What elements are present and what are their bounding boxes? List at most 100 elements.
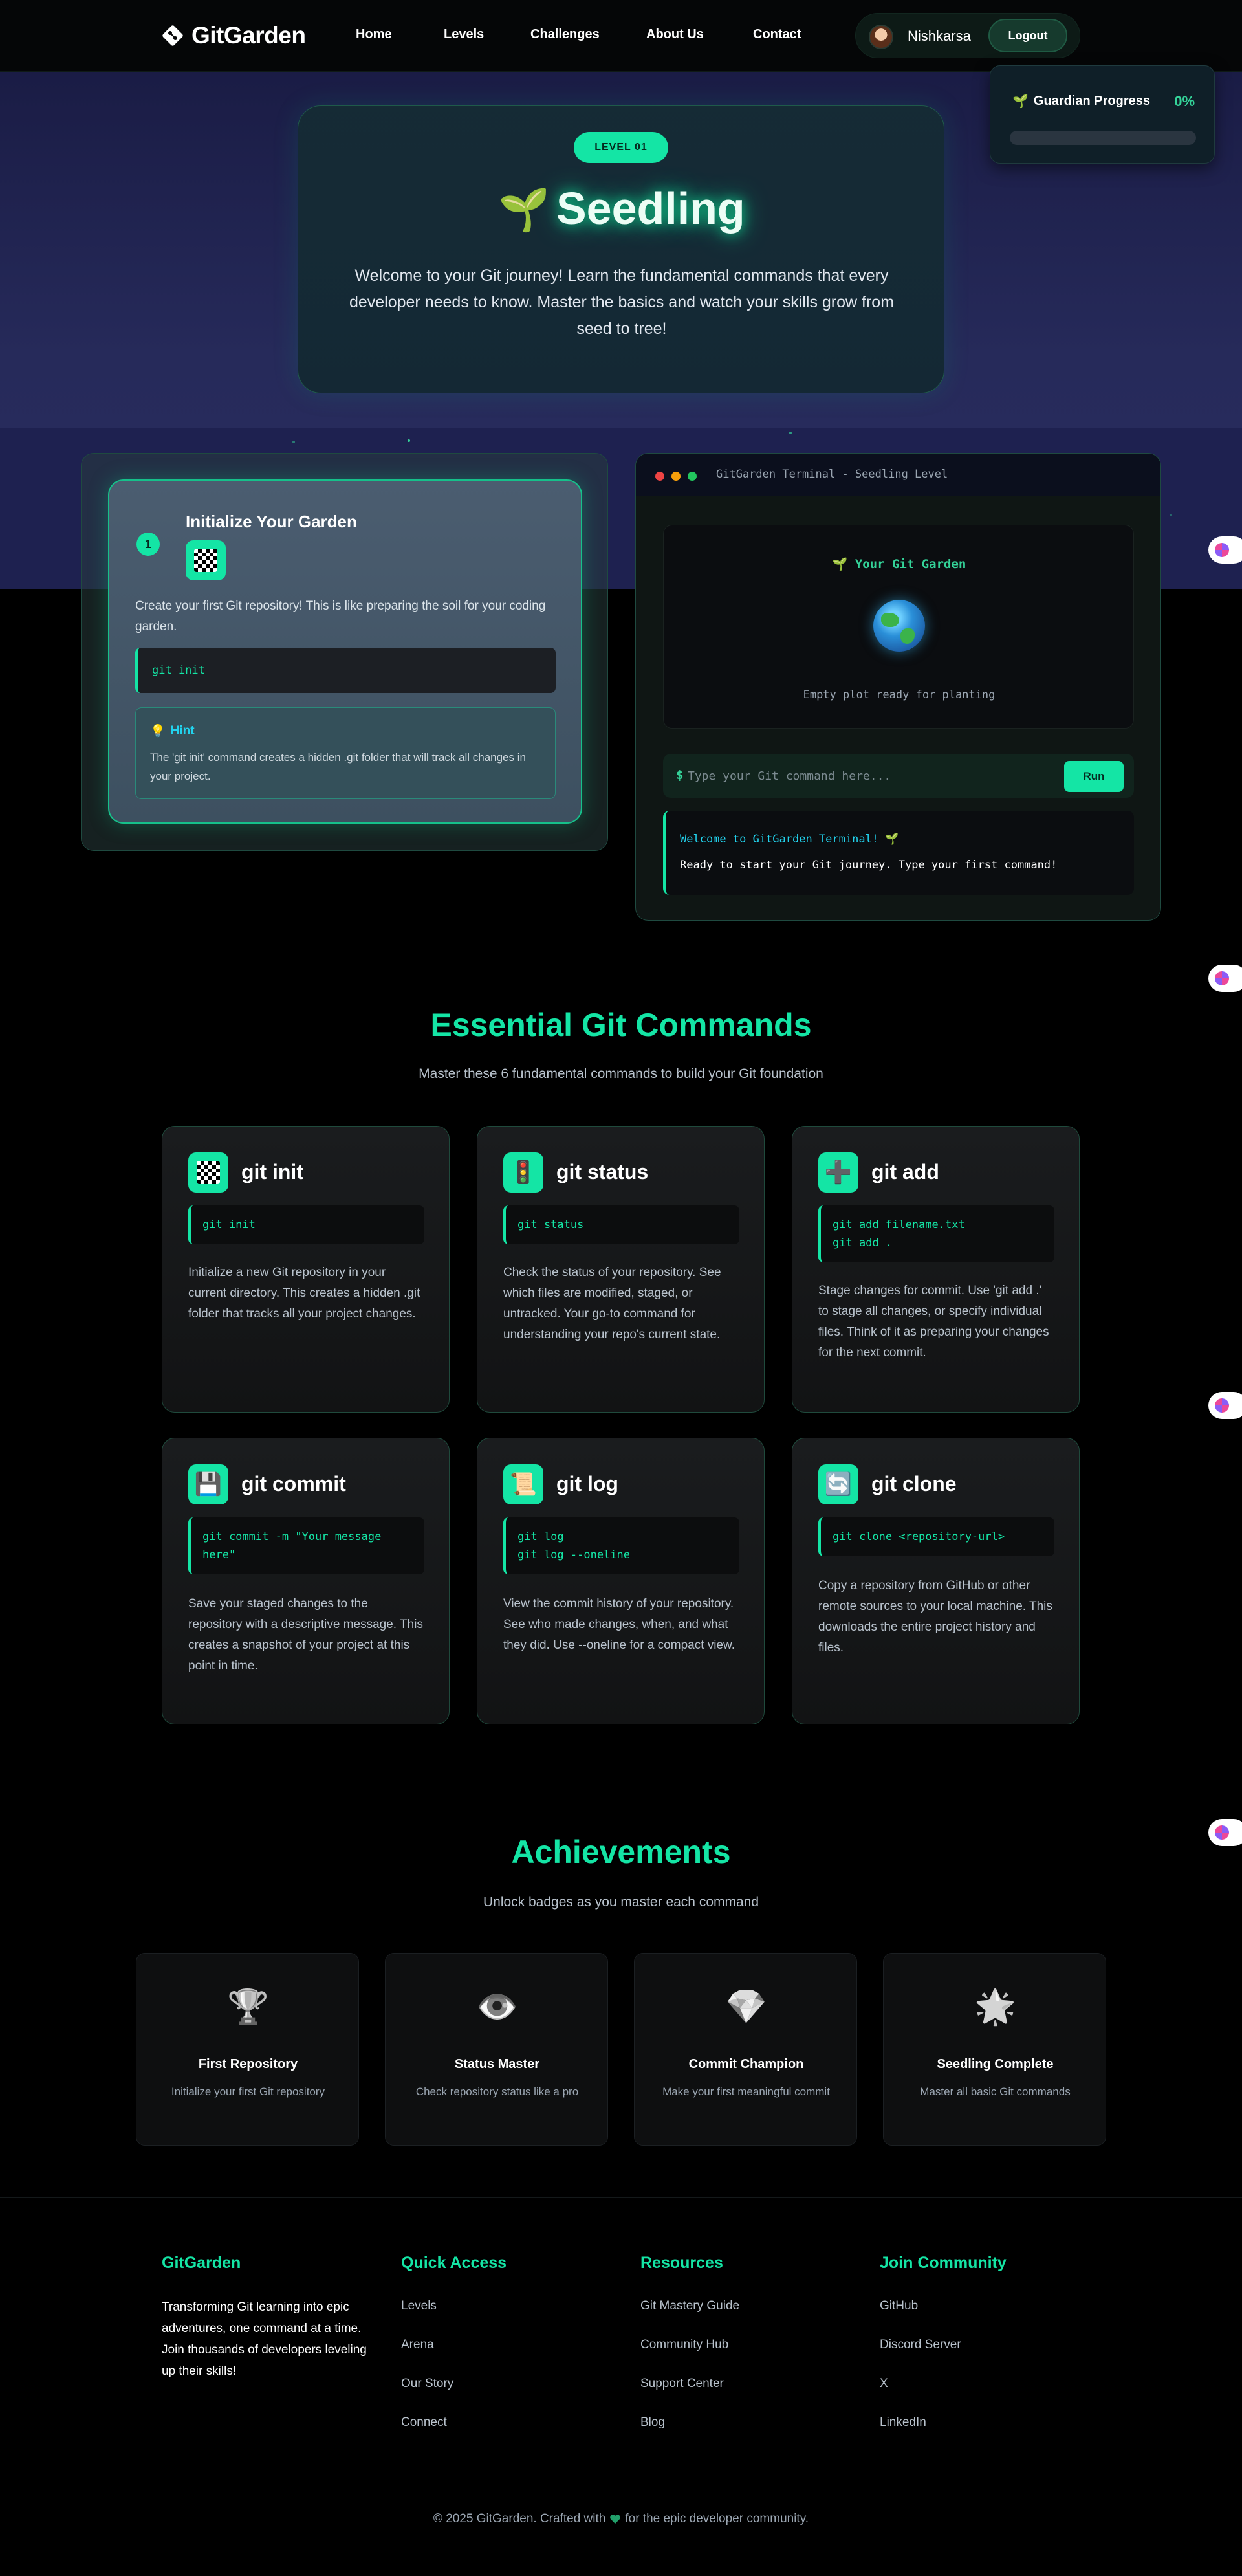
trophy-icon: 🏆 xyxy=(227,1988,269,2026)
page-title: 🌱 Seedling xyxy=(298,182,945,234)
command-input[interactable] xyxy=(688,763,1050,789)
nav-link-levels[interactable]: Levels xyxy=(444,27,484,42)
guardian-percent: 0% xyxy=(1174,93,1195,109)
run-button[interactable]: Run xyxy=(1064,761,1124,792)
avatar[interactable] xyxy=(869,25,893,49)
hint-box: 💡 Hint The 'git init' command creates a … xyxy=(135,707,556,799)
brand-logo[interactable]: GitGarden xyxy=(162,22,306,49)
level-description: Welcome to your Git journey! Learn the f… xyxy=(349,267,895,338)
footer-link-git-mastery-guide[interactable]: Git Mastery Guide xyxy=(640,2299,739,2313)
achievement-title: Status Master xyxy=(454,2057,540,2071)
terminal-title: GitGarden Terminal - Seedling Level xyxy=(716,468,948,481)
command-name: git clone xyxy=(871,1472,957,1495)
footer-link-levels[interactable]: Levels xyxy=(401,2299,437,2313)
step-number: 1 xyxy=(136,533,160,556)
task-card[interactable]: 1 Initialize Your Garden Create your fir… xyxy=(108,479,582,824)
command-code: git clone <repository-url> xyxy=(818,1517,1054,1556)
command-name: git commit xyxy=(241,1472,346,1495)
heart-icon xyxy=(610,2515,621,2524)
floppy-disk-icon: 💾 xyxy=(188,1464,228,1504)
achievement-card[interactable]: 💎 Commit Champion Make your first meanin… xyxy=(634,1953,857,2146)
assistant-icon xyxy=(1215,1398,1229,1413)
minimize-dot-icon xyxy=(671,472,681,481)
command-code: git commit -m "Your message here" xyxy=(188,1517,424,1574)
brand-name: GitGarden xyxy=(191,22,306,49)
logout-button[interactable]: Logout xyxy=(988,19,1067,52)
task-title: Initialize Your Garden xyxy=(186,512,357,531)
footer: GitGarden Transforming Git learning into… xyxy=(0,2197,1242,2576)
task-code: git init xyxy=(135,648,556,693)
achievements-subtitle: Unlock badges as you master each command xyxy=(483,1895,759,1910)
copyright: © 2025 GitGarden. Crafted with for the ep… xyxy=(0,2512,1242,2526)
footer-link-discord[interactable]: Discord Server xyxy=(880,2338,961,2352)
command-card-git-log[interactable]: 📜 git log git log git log --oneline View… xyxy=(477,1438,765,1724)
command-name: git status xyxy=(556,1160,649,1183)
scroll-icon: 📜 xyxy=(503,1464,543,1504)
nav-link-contact[interactable]: Contact xyxy=(753,27,801,42)
terminal-output: Welcome to GitGarden Terminal! 🌱 Ready t… xyxy=(663,811,1134,895)
guardian-title-label: Guardian Progress xyxy=(1033,94,1150,108)
floating-assistant-button[interactable] xyxy=(1208,965,1242,992)
achievement-description: Make your first meaningful commit xyxy=(662,2086,830,2098)
level-intro-card: LEVEL 01 🌱 Seedling Welcome to your Git j… xyxy=(298,105,944,393)
command-description: Copy a repository from GitHub or other r… xyxy=(818,1579,1052,1655)
footer-link-blog[interactable]: Blog xyxy=(640,2416,665,2430)
nav-link-home[interactable]: Home xyxy=(356,27,392,42)
eye-icon: 👁️ xyxy=(476,1988,518,2026)
command-card-git-clone[interactable]: 🔄 git clone git clone <repository-url> C… xyxy=(792,1438,1080,1724)
achievements-title: Achievements xyxy=(511,1834,731,1870)
command-card-git-status[interactable]: 🚦 git status git status Check the status… xyxy=(477,1126,765,1413)
floating-assistant-button[interactable] xyxy=(1208,1392,1242,1419)
achievement-card[interactable]: 👁️ Status Master Check repository status… xyxy=(385,1953,608,2146)
command-code: git log git log --oneline xyxy=(503,1517,739,1574)
achievement-card[interactable]: 🌟 Seedling Complete Master all basic Git… xyxy=(883,1953,1106,2146)
garden-title: 🌱 Your Git Garden xyxy=(832,557,966,571)
globe-icon xyxy=(873,600,925,652)
close-dot-icon xyxy=(655,472,664,481)
achievement-card[interactable]: 🏆 First Repository Initialize your first… xyxy=(136,1953,359,2146)
nav-link-challenges[interactable]: Challenges xyxy=(530,27,600,42)
footer-link-linkedin[interactable]: LinkedIn xyxy=(880,2416,926,2430)
command-name: git init xyxy=(241,1160,303,1183)
footer-link-arena[interactable]: Arena xyxy=(401,2338,434,2352)
star-decoration xyxy=(1170,514,1172,516)
guardian-title: 🌱 Guardian Progress xyxy=(1012,93,1150,109)
nav-link-about[interactable]: About Us xyxy=(646,27,704,42)
assistant-icon xyxy=(1215,543,1229,557)
floating-assistant-button[interactable] xyxy=(1208,536,1242,564)
sprout-icon: 🌱 xyxy=(498,186,550,233)
commands-section-subtitle: Master these 6 fundamental commands to b… xyxy=(419,1066,823,1081)
command-name: git log xyxy=(556,1472,618,1495)
user-name: Nishkarsa xyxy=(908,28,971,44)
achievement-title: First Repository xyxy=(198,2057,298,2071)
task-panel: 1 Initialize Your Garden Create your fir… xyxy=(81,453,608,851)
footer-resources-title: Resources xyxy=(640,2254,723,2272)
command-card-git-init[interactable]: git init git init Initialize a new Git r… xyxy=(162,1126,450,1413)
footer-link-support-center[interactable]: Support Center xyxy=(640,2377,724,2391)
footer-link-x[interactable]: X xyxy=(880,2377,888,2391)
footer-link-connect[interactable]: Connect xyxy=(401,2416,447,2430)
command-description: Stage changes for commit. Use 'git add .… xyxy=(818,1284,1049,1360)
traffic-light-icon: 🚦 xyxy=(503,1152,543,1193)
git-logo-icon xyxy=(162,25,184,47)
command-card-git-commit[interactable]: 💾 git commit git commit -m "Your message… xyxy=(162,1438,450,1724)
command-description: Check the status of your repository. See… xyxy=(503,1266,721,1341)
achievement-description: Initialize your first Git repository xyxy=(171,2086,325,2098)
hint-title: 💡 Hint xyxy=(150,723,195,739)
guardian-progress-bar xyxy=(1010,131,1196,145)
sprout-icon: 🌱 xyxy=(1012,94,1029,109)
command-card-git-add[interactable]: ➕ git add git add filename.txt git add .… xyxy=(792,1126,1080,1413)
refresh-icon: 🔄 xyxy=(818,1464,858,1504)
star-decoration xyxy=(292,441,295,443)
guardian-progress-panel: 🌱 Guardian Progress 0% xyxy=(990,65,1215,164)
level-badge: LEVEL 01 xyxy=(574,132,668,163)
gem-icon: 💎 xyxy=(725,1988,767,2026)
command-code: git add filename.txt git add . xyxy=(818,1205,1054,1262)
level-title: Seedling xyxy=(556,183,745,234)
footer-link-our-story[interactable]: Our Story xyxy=(401,2377,453,2391)
command-name: git add xyxy=(871,1160,939,1183)
command-description: View the commit history of your reposito… xyxy=(503,1597,735,1652)
footer-link-community-hub[interactable]: Community Hub xyxy=(640,2338,728,2352)
footer-link-github[interactable]: GitHub xyxy=(880,2299,918,2313)
star-decoration xyxy=(789,432,792,434)
